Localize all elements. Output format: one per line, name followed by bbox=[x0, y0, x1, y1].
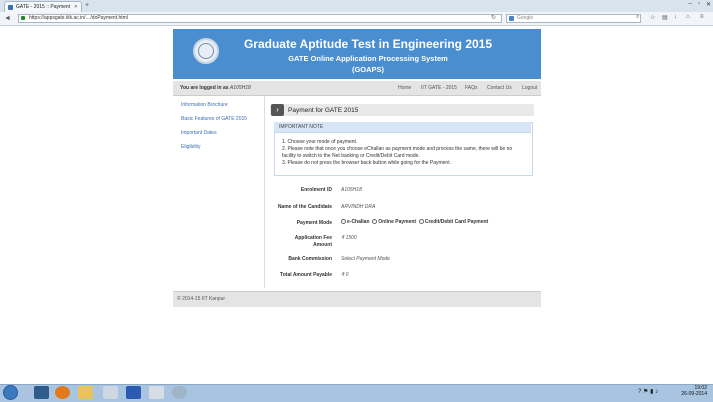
system-tray: ? ⚑ ▮ ♪ bbox=[638, 388, 658, 395]
page-title: Payment for GATE 2015 bbox=[288, 107, 359, 114]
candidate-name-label: Name of the Candidate bbox=[277, 204, 332, 210]
echallan-label[interactable]: e-Challan bbox=[347, 219, 370, 225]
card-payment-radio[interactable] bbox=[418, 219, 424, 225]
sidebar-item-features[interactable]: Basic Features of GATE 2015 bbox=[181, 116, 247, 122]
taskbar-app-icon[interactable] bbox=[172, 386, 187, 399]
important-note-heading: IMPORTANT NOTE bbox=[279, 124, 324, 130]
taskbar-app-icon[interactable] bbox=[103, 386, 118, 399]
application-fee-label: Application Fee bbox=[294, 235, 332, 241]
bank-commission-label: Bank Commission bbox=[288, 256, 332, 262]
candidate-name-value: ARVINDH DRA bbox=[341, 204, 376, 210]
new-tab-button[interactable]: + bbox=[85, 2, 89, 10]
chevron-right-icon: › bbox=[271, 104, 284, 116]
clock-date: 26-09-2014 bbox=[681, 391, 707, 397]
note-line: 1. Choose your mode of payment. bbox=[282, 139, 358, 145]
bookmark-star-icon[interactable]: ☆ bbox=[650, 14, 655, 21]
menu-icon[interactable]: ≡ bbox=[700, 14, 704, 20]
close-tab-icon[interactable]: ✕ bbox=[74, 4, 78, 10]
nav-contact[interactable]: Contact Us bbox=[487, 85, 512, 91]
url-text: https://appsgate.iitk.ac.in/…/doPayment.… bbox=[29, 15, 128, 21]
back-icon[interactable]: ◄ bbox=[4, 14, 11, 23]
site-footer bbox=[173, 291, 541, 307]
firefox-icon[interactable] bbox=[55, 386, 70, 399]
nav-iit-gate[interactable]: IIT GATE - 2015 bbox=[421, 85, 457, 91]
word-icon[interactable] bbox=[126, 386, 141, 399]
site-subtitle: GATE Online Application Processing Syste… bbox=[288, 54, 448, 63]
lock-icon bbox=[21, 16, 25, 20]
flag-icon[interactable]: ⚑ bbox=[643, 389, 648, 395]
total-amount-label: Total Amount Payable bbox=[280, 272, 332, 278]
file-explorer-icon[interactable] bbox=[78, 386, 93, 399]
close-window-icon[interactable]: ✕ bbox=[706, 1, 711, 8]
clock[interactable]: 19:02 26-09-2014 bbox=[681, 385, 707, 397]
total-amount-value: ₹ 0 bbox=[341, 272, 349, 278]
search-input[interactable]: Google bbox=[506, 14, 641, 23]
login-status-prefix: You are logged in as bbox=[180, 85, 229, 91]
enrollment-value: A105H18 bbox=[341, 187, 362, 193]
footer-copyright: © 2014-15 IIT Kanpur bbox=[177, 296, 226, 302]
note-line: 3. Please do not press the browser back … bbox=[282, 160, 451, 166]
taskbar-app-icon[interactable] bbox=[149, 386, 164, 399]
login-user-id: A105H18 bbox=[229, 85, 251, 91]
nav-home[interactable]: Home bbox=[398, 85, 411, 91]
online-payment-label[interactable]: Online Payment bbox=[378, 219, 416, 225]
application-fee-value: ₹ 1500 bbox=[341, 235, 357, 241]
search-placeholder: Google bbox=[517, 15, 534, 21]
note-line: 2. Please note that once you choose eCha… bbox=[282, 146, 513, 152]
network-icon[interactable]: ▮ bbox=[650, 389, 653, 395]
minimize-icon[interactable]: – bbox=[688, 1, 691, 8]
note-line: facility to switch to the Net banking or… bbox=[282, 153, 420, 159]
login-status: You are logged in as A105H18 bbox=[180, 85, 251, 91]
browser-tab[interactable]: GATE - 2015 :: Payment ✕ bbox=[4, 1, 82, 12]
favicon-icon bbox=[8, 4, 13, 10]
reload-icon[interactable]: ↻ bbox=[491, 14, 496, 21]
address-bar[interactable]: https://appsgate.iitk.ac.in/…/doPayment.… bbox=[18, 14, 502, 23]
maximize-icon[interactable]: ▫ bbox=[698, 1, 700, 8]
payment-mode-group: e-Challan Online Payment Credit/Debit Ca… bbox=[341, 219, 488, 225]
bank-commission-value: Select Payment Mode bbox=[341, 256, 390, 262]
echallan-radio[interactable] bbox=[341, 219, 346, 225]
search-icon[interactable]: ⌕ bbox=[636, 14, 639, 21]
enrollment-label: Enrolment ID bbox=[300, 187, 332, 193]
window-controls: – ▫ ✕ bbox=[688, 1, 711, 8]
sidebar-item-eligibility[interactable]: Eligibility bbox=[181, 144, 200, 150]
nav-faqs[interactable]: FAQs bbox=[465, 85, 478, 91]
help-icon[interactable]: ? bbox=[638, 389, 641, 395]
sidebar bbox=[173, 96, 265, 288]
start-button-icon[interactable] bbox=[3, 385, 18, 400]
search-engine-icon bbox=[509, 16, 514, 21]
application-fee-label-2: Amount bbox=[313, 242, 332, 248]
site-abbreviation: (GOAPS) bbox=[351, 65, 385, 74]
home-icon[interactable]: ⌂ bbox=[686, 14, 690, 20]
institute-seal-icon bbox=[193, 38, 219, 64]
download-icon[interactable]: ↓ bbox=[674, 14, 677, 20]
volume-icon[interactable]: ♪ bbox=[655, 389, 658, 395]
card-payment-label[interactable]: Credit/Debit Card Payment bbox=[425, 219, 488, 225]
payment-mode-label: Payment Mode bbox=[296, 220, 332, 226]
site-title: Graduate Aptitude Test in Engineering 20… bbox=[243, 37, 493, 51]
taskbar-app-icon[interactable] bbox=[34, 386, 49, 399]
online-payment-radio[interactable] bbox=[372, 219, 378, 225]
sidebar-item-brochure[interactable]: Information Brochure bbox=[181, 102, 228, 108]
bookmarks-icon[interactable]: ▤ bbox=[662, 14, 668, 21]
tab-title: GATE - 2015 :: Payment bbox=[16, 4, 71, 10]
sidebar-item-dates[interactable]: Important Dates bbox=[181, 130, 217, 136]
nav-logout[interactable]: Logout bbox=[522, 85, 537, 91]
